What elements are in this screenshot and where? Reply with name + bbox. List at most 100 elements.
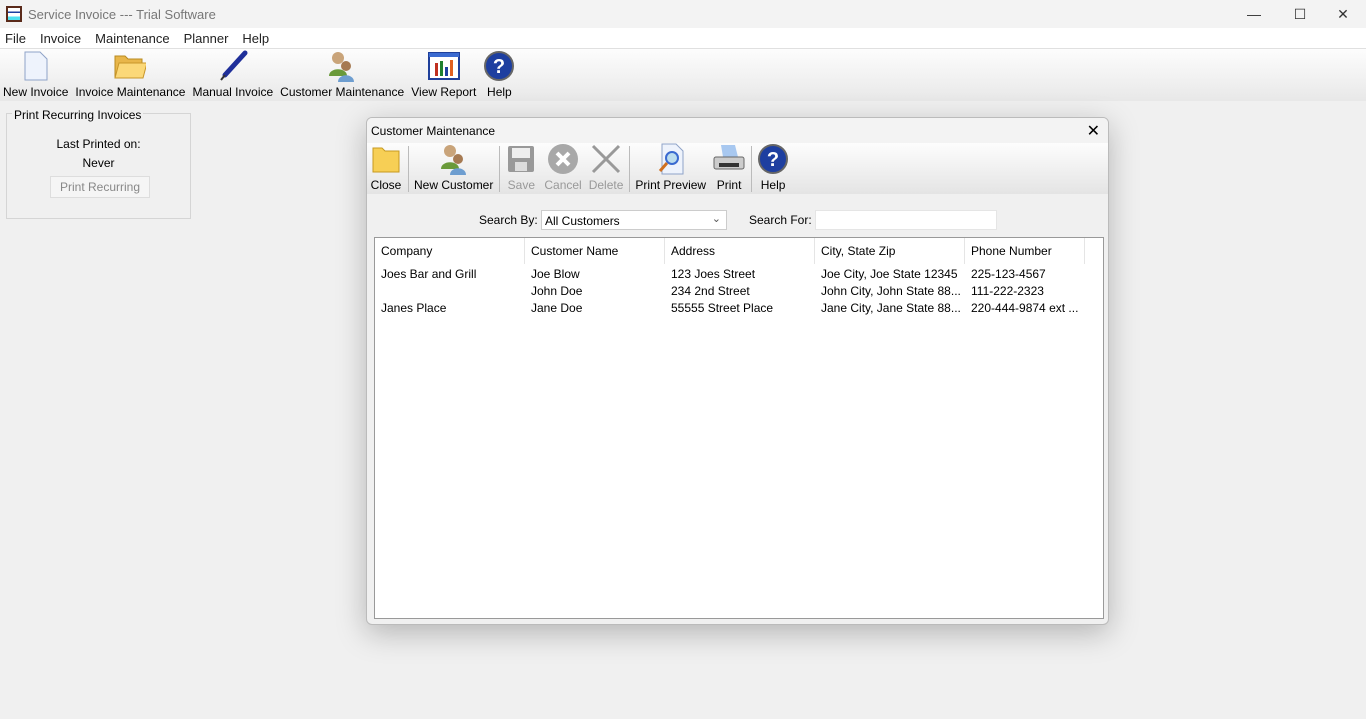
folder-icon [114, 50, 147, 82]
invoice-maintenance-label: Invoice Maintenance [75, 85, 186, 99]
cell-city: John City, John State 88... [821, 283, 961, 298]
print-button[interactable]: Print [710, 143, 749, 194]
menu-planner[interactable]: Planner [177, 31, 236, 46]
cancel-icon [547, 143, 579, 175]
print-recurring-group: Print Recurring Invoices Last Printed on… [6, 108, 191, 219]
dialog-help-button[interactable]: ? Help [754, 143, 793, 194]
cell-customer-name: Jane Doe [531, 300, 583, 315]
invoice-maintenance-button[interactable]: Invoice Maintenance [72, 50, 189, 101]
table-row[interactable]: Joes Bar and Grill Joe Blow 123 Joes Stree… [375, 265, 1103, 282]
dialog-close-button[interactable]: ✕ [1087, 121, 1100, 141]
cell-address: 55555 Street Place [671, 300, 774, 315]
delete-button[interactable]: Delete [586, 143, 628, 194]
cancel-label: Cancel [544, 178, 582, 192]
group-title: Print Recurring Invoices [12, 108, 144, 122]
delete-label: Delete [588, 178, 624, 192]
folder-icon [370, 143, 402, 175]
cell-phone: 111-222-2323 [971, 283, 1044, 298]
chevron-down-icon: ⌄ [711, 213, 721, 225]
print-preview-label: Print Preview [635, 178, 707, 192]
separator [499, 146, 501, 192]
cell-city: Joe City, Joe State 12345 [821, 266, 958, 281]
window-title: Service Invoice --- Trial Software [28, 6, 216, 22]
document-icon [20, 50, 52, 82]
column-company[interactable]: Company [375, 238, 525, 264]
search-by-select[interactable]: All Customers ⌄ [541, 210, 727, 230]
cell-company: Joes Bar and Grill [381, 266, 477, 281]
separator [751, 146, 753, 192]
minimize-button[interactable]: — [1231, 0, 1277, 28]
new-invoice-button[interactable]: New Invoice [0, 50, 72, 101]
search-by-value: All Customers [545, 214, 620, 228]
search-for-label: Search For: [749, 213, 812, 227]
new-customer-label: New Customer [414, 178, 494, 192]
column-address[interactable]: Address [665, 238, 815, 264]
cell-city: Jane City, Jane State 88... [821, 300, 961, 315]
pen-icon [217, 50, 249, 82]
customer-maintenance-button[interactable]: Customer Maintenance [277, 50, 408, 101]
menu-maintenance[interactable]: Maintenance [88, 31, 176, 46]
print-recurring-button[interactable]: Print Recurring [50, 176, 150, 198]
column-phone-number[interactable]: Phone Number [965, 238, 1085, 264]
save-button[interactable]: Save [502, 143, 541, 194]
column-city-state-zip[interactable]: City, State Zip [815, 238, 965, 264]
customer-maintenance-label: Customer Maintenance [280, 85, 405, 99]
main-toolbar: New Invoice Invoice Maintenance Manual I… [0, 48, 1366, 101]
separator [629, 146, 631, 192]
app-icon [6, 6, 22, 22]
save-label: Save [507, 178, 536, 192]
cell-customer-name: John Doe [531, 283, 583, 298]
maximize-button-glyph [1277, 0, 1323, 28]
column-customer-name[interactable]: Customer Name [525, 238, 665, 264]
cancel-button[interactable]: Cancel [541, 143, 585, 194]
manual-invoice-button[interactable]: Manual Invoice [189, 50, 277, 101]
view-report-button[interactable]: View Report [408, 50, 480, 101]
print-preview-button[interactable]: Print Preview [632, 143, 710, 194]
menu-help[interactable]: Help [235, 31, 276, 46]
search-by-label: Search By: [479, 213, 538, 227]
chart-icon [427, 50, 460, 82]
menu-file[interactable]: File [0, 31, 33, 46]
customer-list[interactable]: Company Customer Name Address City, Stat… [374, 237, 1104, 619]
help-icon: ? [483, 50, 515, 82]
dialog-title: Customer Maintenance [371, 123, 496, 138]
search-for-input[interactable] [815, 210, 997, 230]
title-bar: Service Invoice --- Trial Software — ☐ [0, 0, 1366, 28]
cell-company: Janes Place [381, 300, 447, 315]
cell-customer-name: Joe Blow [531, 266, 580, 281]
print-label: Print [716, 178, 742, 192]
table-row[interactable]: Janes Place Jane Doe 55555 Street Place Jan… [375, 299, 1103, 316]
dialog-title-bar: Customer Maintenance ✕ [367, 118, 1108, 143]
svg-text:?: ? [767, 149, 779, 171]
last-printed-value: Never [82, 156, 115, 170]
new-customer-button[interactable]: New Customer [411, 143, 497, 194]
customer-maintenance-dialog: Customer Maintenance ✕ Close New Custome… [366, 117, 1109, 625]
dialog-help-label: Help [760, 178, 786, 192]
svg-text:?: ? [493, 56, 505, 78]
table-row[interactable]: John Doe 234 2nd Street John City, John St… [375, 282, 1103, 299]
close-button[interactable]: Close [367, 143, 406, 194]
separator [408, 146, 409, 192]
printer-icon [713, 143, 745, 175]
help-button[interactable]: ? Help [480, 50, 519, 101]
close-button-window[interactable]: ✕ [1320, 0, 1366, 28]
menu-bar: File Invoice Maintenance Planner Help [0, 28, 1366, 48]
help-icon: ? [757, 143, 789, 175]
menu-invoice[interactable]: Invoice [33, 31, 88, 46]
list-header: Company Customer Name Address City, Stat… [375, 238, 1103, 264]
users-icon [438, 143, 470, 175]
cell-address: 234 2nd Street [671, 283, 750, 298]
view-report-label: View Report [411, 85, 477, 99]
help-label: Help [487, 85, 512, 99]
save-icon [505, 143, 537, 175]
dialog-toolbar: Close New Customer Save Cancel Delete Pr… [367, 143, 1108, 194]
print-preview-icon [655, 143, 687, 175]
new-invoice-label: New Invoice [3, 85, 69, 99]
cell-address: 123 Joes Street [671, 266, 756, 281]
cell-phone: 220-444-9874 ext ... [971, 300, 1079, 315]
cell-phone: 225-123-4567 [971, 266, 1046, 281]
delete-icon [590, 143, 622, 175]
last-printed-label: Last Printed on: [56, 137, 141, 151]
close-label: Close [370, 178, 402, 192]
users-icon [326, 50, 358, 82]
